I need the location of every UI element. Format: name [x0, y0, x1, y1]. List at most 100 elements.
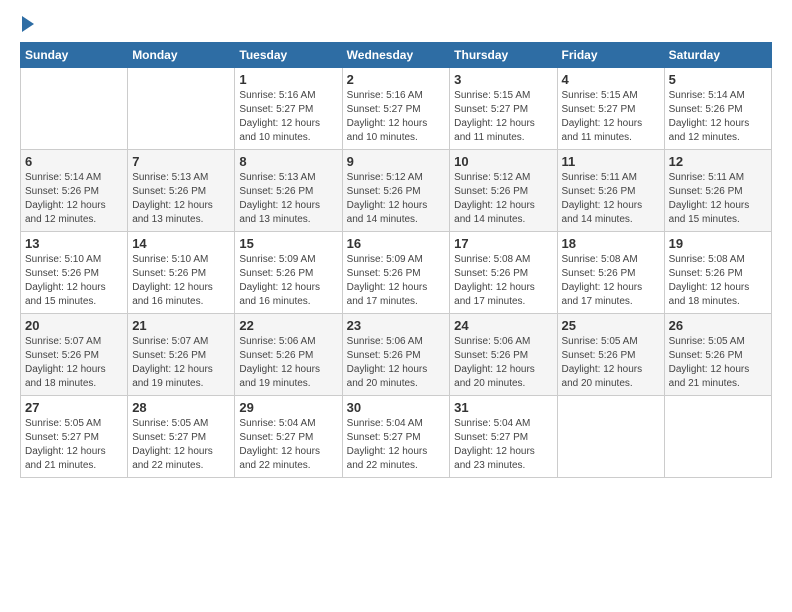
calendar-cell: 24 Sunrise: 5:06 AM Sunset: 5:26 PM Dayli… [450, 314, 557, 396]
day-info: Sunrise: 5:05 AM Sunset: 5:26 PM Dayligh… [562, 335, 660, 391]
calendar-cell: 7 Sunrise: 5:13 AM Sunset: 5:26 PM Daylig… [128, 150, 235, 232]
calendar-week-row: 20 Sunrise: 5:07 AM Sunset: 5:26 PM Dayli… [21, 314, 772, 396]
day-number: 21 [132, 318, 230, 333]
day-info: Sunrise: 5:12 AM Sunset: 5:26 PM Dayligh… [454, 171, 552, 227]
day-number: 10 [454, 154, 552, 169]
day-info: Sunrise: 5:06 AM Sunset: 5:26 PM Dayligh… [454, 335, 552, 391]
calendar-week-row: 1 Sunrise: 5:16 AM Sunset: 5:27 PM Daylig… [21, 68, 772, 150]
day-info: Sunrise: 5:05 AM Sunset: 5:27 PM Dayligh… [25, 417, 123, 473]
calendar-cell: 26Sunrise: 5:05 AM Sunset: 5:26 PM Dayli… [664, 314, 771, 396]
calendar-cell: 4Sunrise: 5:15 AM Sunset: 5:27 PM Daylig… [557, 68, 664, 150]
logo-arrow-icon [22, 16, 34, 32]
day-info: Sunrise: 5:16 AM Sunset: 5:27 PM Dayligh… [347, 89, 446, 145]
day-number: 26 [669, 318, 767, 333]
day-number: 2 [347, 72, 446, 87]
weekday-header-tuesday: Tuesday [235, 43, 342, 68]
calendar-cell: 11 Sunrise: 5:11 AM Sunset: 5:26 PM Dayli… [557, 150, 664, 232]
weekday-header-row: SundayMondayTuesdayWednesdayThursdayFrid… [21, 43, 772, 68]
calendar-cell: 6 Sunrise: 5:14 AM Sunset: 5:26 PM Daylig… [21, 150, 128, 232]
weekday-header-wednesday: Wednesday [342, 43, 450, 68]
calendar-cell: 14 Sunrise: 5:10 AM Sunset: 5:26 PM Dayli… [128, 232, 235, 314]
day-info: Sunrise: 5:04 AM Sunset: 5:27 PM Dayligh… [239, 417, 337, 473]
calendar-cell: 9 Sunrise: 5:12 AM Sunset: 5:26 PM Daylig… [342, 150, 450, 232]
day-number: 20 [25, 318, 123, 333]
calendar-cell: 30 Sunrise: 5:04 AM Sunset: 5:27 PM Dayli… [342, 396, 450, 478]
day-number: 17 [454, 236, 552, 251]
calendar-cell [128, 68, 235, 150]
calendar-cell: 31Sunrise: 5:04 AM Sunset: 5:27 PM Dayli… [450, 396, 557, 478]
day-info: Sunrise: 5:10 AM Sunset: 5:26 PM Dayligh… [132, 253, 230, 309]
day-info: Sunrise: 5:13 AM Sunset: 5:26 PM Dayligh… [132, 171, 230, 227]
calendar-cell: 10 Sunrise: 5:12 AM Sunset: 5:26 PM Dayli… [450, 150, 557, 232]
day-info: Sunrise: 5:11 AM Sunset: 5:26 PM Dayligh… [562, 171, 660, 227]
day-info: Sunrise: 5:16 AM Sunset: 5:27 PM Dayligh… [239, 89, 337, 145]
day-number: 19 [669, 236, 767, 251]
calendar-cell [664, 396, 771, 478]
day-number: 27 [25, 400, 123, 415]
day-number: 16 [347, 236, 446, 251]
day-number: 8 [239, 154, 337, 169]
day-info: Sunrise: 5:04 AM Sunset: 5:27 PM Dayligh… [347, 417, 446, 473]
weekday-header-monday: Monday [128, 43, 235, 68]
page-header [20, 20, 772, 32]
day-info: Sunrise: 5:08 AM Sunset: 5:26 PM Dayligh… [454, 253, 552, 309]
day-number: 28 [132, 400, 230, 415]
calendar-cell: 3 Sunrise: 5:15 AM Sunset: 5:27 PM Daylig… [450, 68, 557, 150]
weekday-header-thursday: Thursday [450, 43, 557, 68]
day-number: 30 [347, 400, 446, 415]
calendar-cell: 20 Sunrise: 5:07 AM Sunset: 5:26 PM Dayli… [21, 314, 128, 396]
day-info: Sunrise: 5:05 AM Sunset: 5:27 PM Dayligh… [132, 417, 230, 473]
calendar-table: SundayMondayTuesdayWednesdayThursdayFrid… [20, 42, 772, 478]
day-info: Sunrise: 5:07 AM Sunset: 5:26 PM Dayligh… [132, 335, 230, 391]
day-info: Sunrise: 5:15 AM Sunset: 5:27 PM Dayligh… [454, 89, 552, 145]
calendar-cell: 13 Sunrise: 5:10 AM Sunset: 5:26 PM Dayli… [21, 232, 128, 314]
day-info: Sunrise: 5:14 AM Sunset: 5:26 PM Dayligh… [25, 171, 123, 227]
day-number: 7 [132, 154, 230, 169]
day-info: Sunrise: 5:06 AM Sunset: 5:26 PM Dayligh… [239, 335, 337, 391]
day-number: 31 [454, 400, 552, 415]
calendar-cell: 8 Sunrise: 5:13 AM Sunset: 5:26 PM Daylig… [235, 150, 342, 232]
calendar-cell: 28 Sunrise: 5:05 AM Sunset: 5:27 PM Dayli… [128, 396, 235, 478]
day-number: 25 [562, 318, 660, 333]
day-number: 12 [669, 154, 767, 169]
weekday-header-friday: Friday [557, 43, 664, 68]
weekday-header-saturday: Saturday [664, 43, 771, 68]
calendar-cell: 17 Sunrise: 5:08 AM Sunset: 5:26 PM Dayli… [450, 232, 557, 314]
day-info: Sunrise: 5:11 AM Sunset: 5:26 PM Dayligh… [669, 171, 767, 227]
calendar-cell: 5Sunrise: 5:14 AM Sunset: 5:26 PM Daylig… [664, 68, 771, 150]
weekday-header-sunday: Sunday [21, 43, 128, 68]
day-info: Sunrise: 5:09 AM Sunset: 5:26 PM Dayligh… [239, 253, 337, 309]
calendar-cell [21, 68, 128, 150]
day-number: 14 [132, 236, 230, 251]
day-info: Sunrise: 5:08 AM Sunset: 5:26 PM Dayligh… [669, 253, 767, 309]
day-info: Sunrise: 5:12 AM Sunset: 5:26 PM Dayligh… [347, 171, 446, 227]
day-number: 3 [454, 72, 552, 87]
day-info: Sunrise: 5:13 AM Sunset: 5:26 PM Dayligh… [239, 171, 337, 227]
calendar-cell: 1 Sunrise: 5:16 AM Sunset: 5:27 PM Daylig… [235, 68, 342, 150]
calendar-cell: 2 Sunrise: 5:16 AM Sunset: 5:27 PM Daylig… [342, 68, 450, 150]
logo [20, 20, 34, 32]
calendar-week-row: 6 Sunrise: 5:14 AM Sunset: 5:26 PM Daylig… [21, 150, 772, 232]
day-number: 18 [562, 236, 660, 251]
calendar-cell: 21 Sunrise: 5:07 AM Sunset: 5:26 PM Dayli… [128, 314, 235, 396]
calendar-cell: 25 Sunrise: 5:05 AM Sunset: 5:26 PM Dayli… [557, 314, 664, 396]
day-number: 24 [454, 318, 552, 333]
day-info: Sunrise: 5:07 AM Sunset: 5:26 PM Dayligh… [25, 335, 123, 391]
calendar-cell: 19 Sunrise: 5:08 AM Sunset: 5:26 PM Dayli… [664, 232, 771, 314]
day-info: Sunrise: 5:10 AM Sunset: 5:26 PM Dayligh… [25, 253, 123, 309]
calendar-cell: 23 Sunrise: 5:06 AM Sunset: 5:26 PM Dayli… [342, 314, 450, 396]
day-number: 23 [347, 318, 446, 333]
calendar-week-row: 13 Sunrise: 5:10 AM Sunset: 5:26 PM Dayli… [21, 232, 772, 314]
day-number: 11 [562, 154, 660, 169]
day-number: 4 [562, 72, 660, 87]
calendar-cell: 18Sunrise: 5:08 AM Sunset: 5:26 PM Dayli… [557, 232, 664, 314]
day-number: 1 [239, 72, 337, 87]
day-number: 9 [347, 154, 446, 169]
day-number: 13 [25, 236, 123, 251]
calendar-cell: 22 Sunrise: 5:06 AM Sunset: 5:26 PM Dayli… [235, 314, 342, 396]
calendar-cell [557, 396, 664, 478]
calendar-cell: 16Sunrise: 5:09 AM Sunset: 5:26 PM Dayli… [342, 232, 450, 314]
day-number: 22 [239, 318, 337, 333]
day-number: 6 [25, 154, 123, 169]
day-info: Sunrise: 5:06 AM Sunset: 5:26 PM Dayligh… [347, 335, 446, 391]
